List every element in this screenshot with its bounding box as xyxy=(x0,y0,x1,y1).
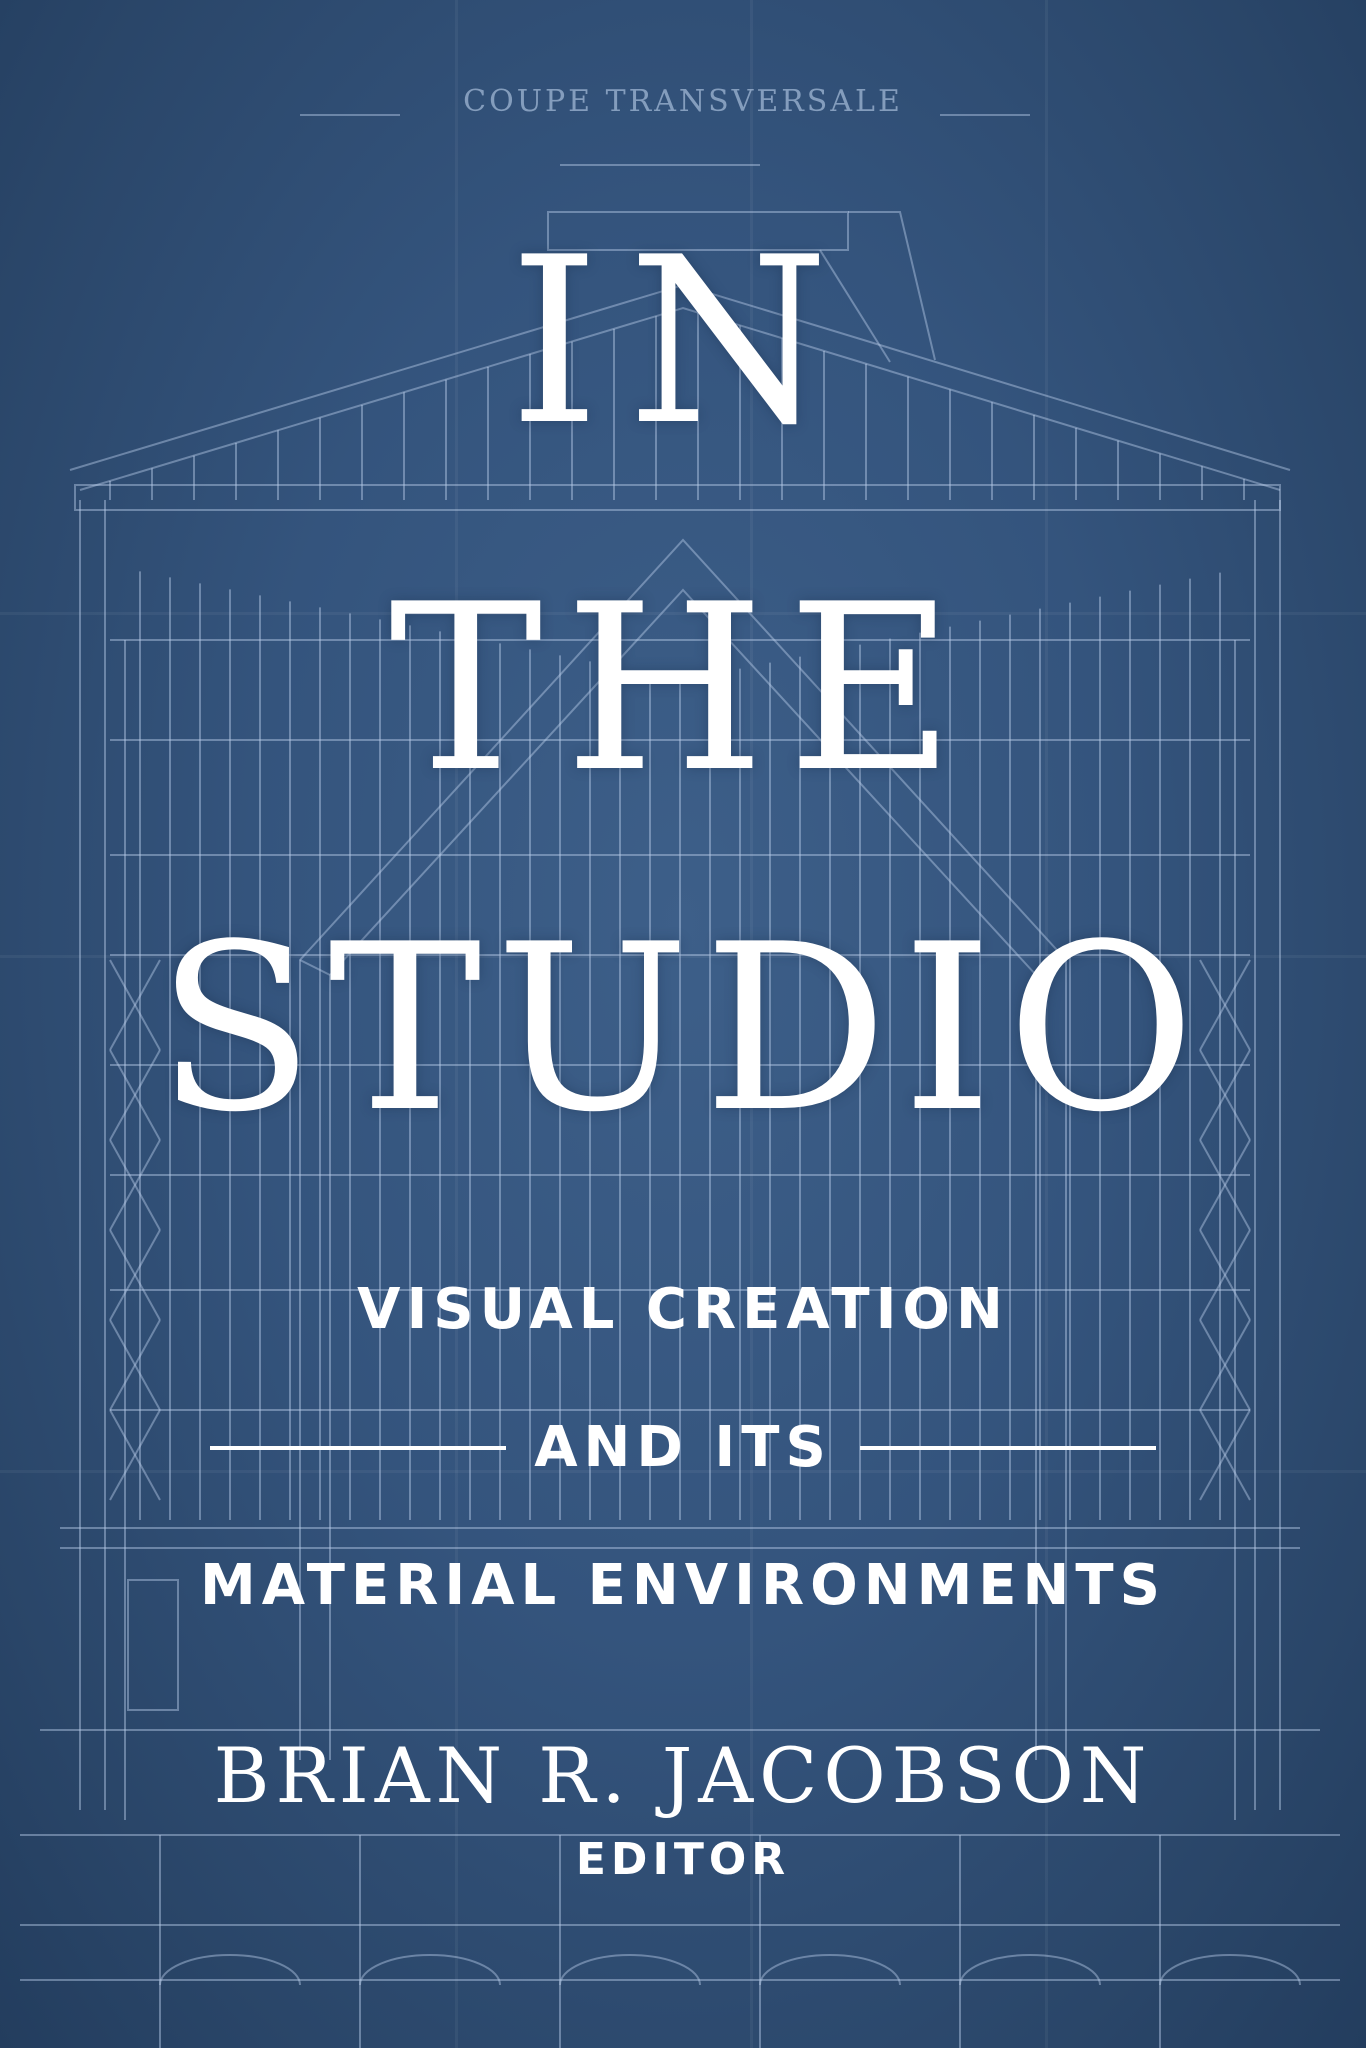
author-name: BRIAN R. JACOBSON xyxy=(213,1731,1153,1820)
subtitle-line-2: AND ITS xyxy=(534,1415,832,1480)
blueprint-caption: COUPE TRANSVERSALE xyxy=(463,84,903,119)
divider-rule-right xyxy=(859,1446,1156,1450)
subtitle-line-2-row: AND ITS xyxy=(210,1420,1156,1476)
title-line-3: STUDIO xyxy=(156,896,1210,1163)
title-line-2: THE xyxy=(389,556,977,823)
book-cover: COUPE TRANSVERSALE IN THE STUDIO VISUAL … xyxy=(0,0,1366,2048)
divider-rule-left xyxy=(210,1446,507,1450)
author-role: EDITOR xyxy=(575,1834,791,1885)
subtitle-line-3: MATERIAL ENVIRONMENTS xyxy=(200,1553,1166,1618)
title-line-1: IN xyxy=(508,209,858,476)
subtitle-line-1: VISUAL CREATION xyxy=(357,1277,1009,1342)
